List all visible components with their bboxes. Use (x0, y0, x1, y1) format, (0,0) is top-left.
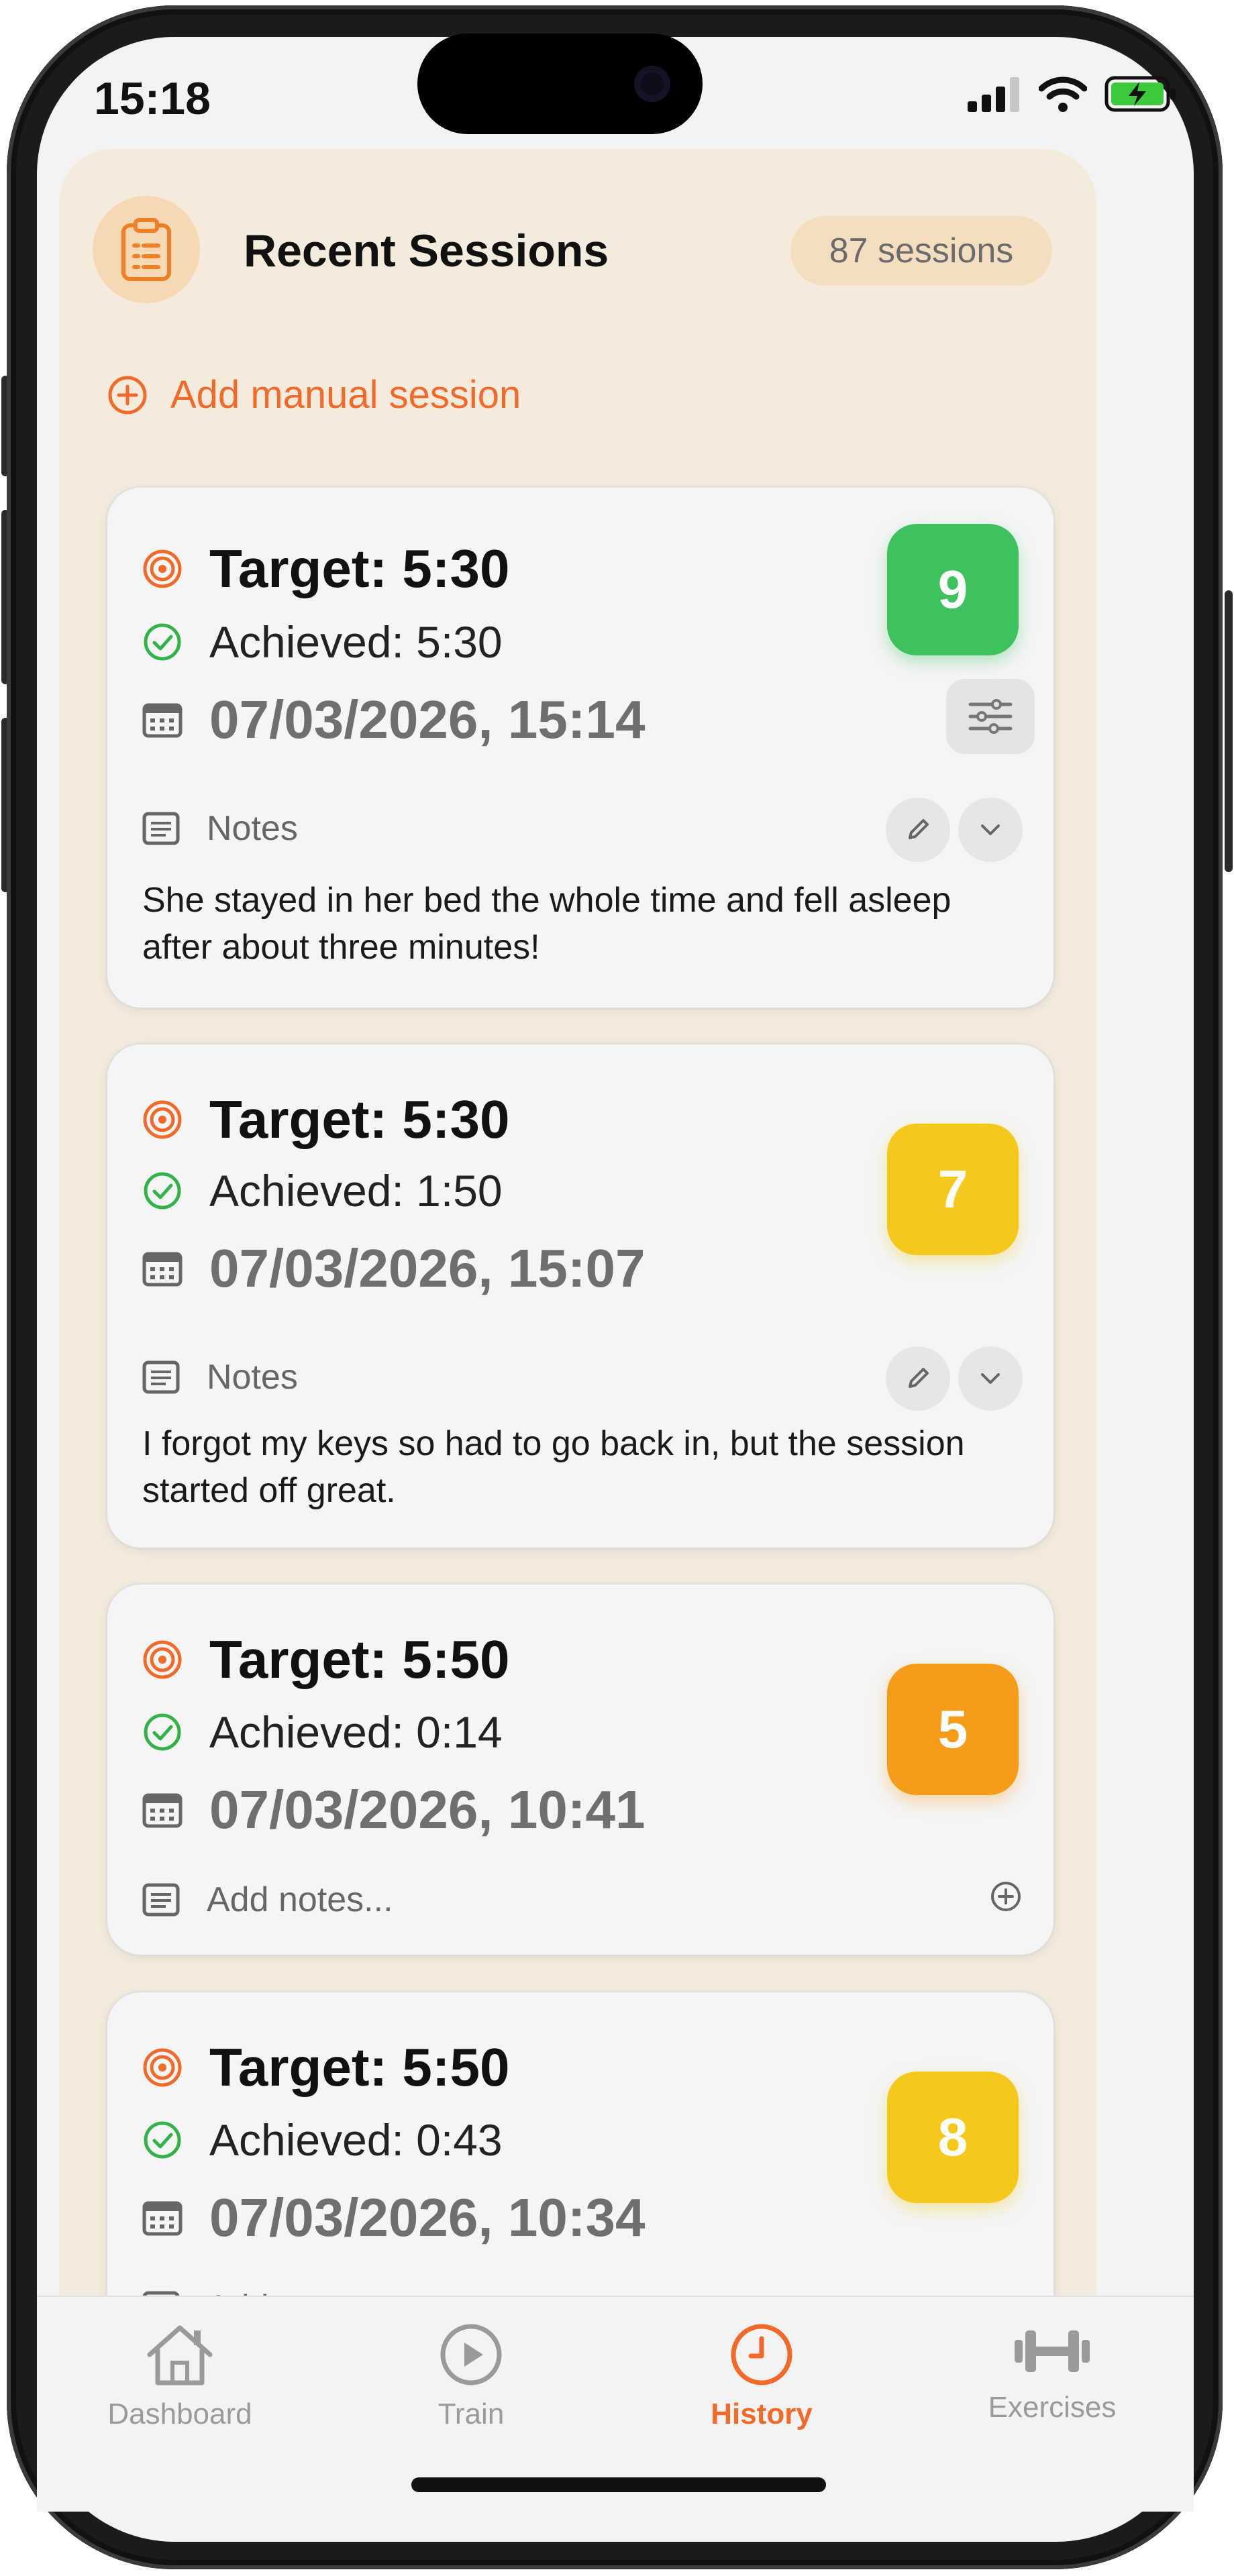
session-datetime: 07/03/2026, 10:34 (209, 2188, 646, 2247)
score-badge: 8 (887, 2072, 1019, 2203)
date-row: 07/03/2026, 15:07 (142, 1238, 645, 1299)
signal-icon (968, 77, 1019, 112)
home-indicator[interactable] (411, 2477, 826, 2492)
adjust-settings-button[interactable] (946, 679, 1035, 754)
tab-exercises[interactable]: Exercises (952, 2321, 1153, 2424)
score-badge: 5 (887, 1664, 1019, 1795)
check-circle-icon (144, 623, 181, 661)
target-time: Target: 5:50 (209, 2037, 510, 2097)
chevron-down-icon (981, 1373, 1000, 1384)
edit-notes-button[interactable] (886, 1346, 950, 1411)
session-datetime: 07/03/2026, 15:07 (209, 1238, 646, 1298)
notes-icon (142, 1883, 180, 1917)
add-notes-row[interactable]: Add notes... (142, 1880, 393, 1920)
battery-charging-icon (1104, 76, 1176, 112)
achieved-time: Achieved: 0:43 (209, 2115, 503, 2165)
target-icon (143, 1100, 182, 1139)
target-time: Target: 5:50 (209, 1629, 510, 1689)
dumbbell-icon (1015, 2330, 1090, 2372)
expand-notes-button[interactable] (958, 798, 1023, 862)
target-icon (143, 2048, 182, 2087)
notes-text: I forgot my keys so had to go back in, b… (142, 1424, 965, 1510)
target-row: Target: 5:30 (142, 538, 510, 600)
date-row: 07/03/2026, 10:34 (142, 2187, 645, 2249)
sliders-icon (968, 699, 1013, 734)
clipboard-icon (121, 218, 171, 281)
calendar-icon (142, 703, 183, 738)
tab-history[interactable]: History (661, 2321, 862, 2431)
add-notes-plus-icon[interactable] (990, 1881, 1021, 1912)
chevron-down-icon (981, 824, 1000, 835)
achieved-row: Achieved: 0:14 (142, 1707, 503, 1758)
house-icon (147, 2325, 213, 2385)
target-row: Target: 5:50 (142, 1629, 510, 1690)
clipboard-icon-badge (93, 196, 200, 303)
add-manual-session-label: Add manual session (170, 373, 521, 417)
achieved-time: Achieved: 0:14 (209, 1707, 503, 1757)
target-time: Target: 5:30 (209, 1089, 510, 1149)
notes-icon (142, 1360, 180, 1394)
notes-icon (142, 812, 180, 845)
tab-label: History (711, 2398, 813, 2430)
front-camera (634, 66, 670, 102)
pencil-icon (909, 1368, 929, 1388)
status-icons (968, 75, 1177, 113)
page-title: Recent Sessions (244, 225, 609, 276)
session-card[interactable]: Target: 5:30 Achieved: 5:30 07/03/2026, … (107, 488, 1053, 1008)
achieved-row: Achieved: 1:50 (142, 1165, 503, 1216)
session-card[interactable]: Target: 5:30 Achieved: 1:50 07/03/2026, … (107, 1044, 1053, 1548)
phone-power-button (1225, 590, 1233, 872)
calendar-icon (142, 1252, 183, 1287)
achieved-time: Achieved: 5:30 (209, 617, 503, 667)
check-circle-icon (144, 1172, 181, 1210)
pencil-icon (909, 819, 929, 839)
notes-label: Notes (207, 809, 298, 848)
clock-icon (731, 2324, 792, 2385)
target-icon (143, 549, 182, 588)
edit-notes-button[interactable] (886, 798, 950, 862)
notes-header: Notes (142, 808, 298, 849)
plus-circle-icon (108, 376, 147, 414)
add-notes-placeholder: Add notes... (207, 1880, 393, 1919)
session-count-badge: 87 sessions (790, 216, 1052, 286)
score-badge: 9 (887, 524, 1019, 655)
target-row: Target: 5:30 (142, 1089, 510, 1150)
tab-label: Dashboard (107, 2398, 252, 2430)
notes-label: Notes (207, 1358, 298, 1397)
play-circle-icon (440, 2324, 502, 2385)
session-datetime: 07/03/2026, 15:14 (209, 690, 646, 749)
notes-text: She stayed in her bed the whole time and… (142, 881, 952, 967)
add-manual-session-button[interactable]: Add manual session (107, 372, 521, 417)
notes-header: Notes (142, 1357, 298, 1397)
target-icon (143, 1640, 182, 1679)
date-row: 07/03/2026, 15:14 (142, 689, 645, 751)
dynamic-island (417, 34, 703, 134)
calendar-icon (142, 2201, 183, 2236)
wifi-icon (1039, 76, 1087, 112)
achieved-row: Achieved: 5:30 (142, 616, 503, 667)
target-row: Target: 5:50 (142, 2037, 510, 2098)
target-time: Target: 5:30 (209, 539, 510, 598)
session-card[interactable]: Target: 5:50 Achieved: 0:14 07/03/2026, … (107, 1585, 1053, 1955)
score-badge: 7 (887, 1124, 1019, 1255)
check-circle-icon (144, 2121, 181, 2159)
achieved-time: Achieved: 1:50 (209, 1166, 503, 1216)
expand-notes-button[interactable] (958, 1346, 1023, 1411)
status-time: 15:18 (94, 73, 211, 124)
session-datetime: 07/03/2026, 10:41 (209, 1780, 646, 1839)
tab-dashboard[interactable]: Dashboard (79, 2321, 280, 2431)
check-circle-icon (144, 1713, 181, 1751)
achieved-row: Achieved: 0:43 (142, 2114, 503, 2165)
tab-label: Exercises (988, 2391, 1117, 2424)
date-row: 07/03/2026, 10:41 (142, 1779, 645, 1841)
tab-train[interactable]: Train (370, 2321, 572, 2431)
tab-label: Train (438, 2398, 505, 2430)
calendar-icon (142, 1793, 183, 1828)
